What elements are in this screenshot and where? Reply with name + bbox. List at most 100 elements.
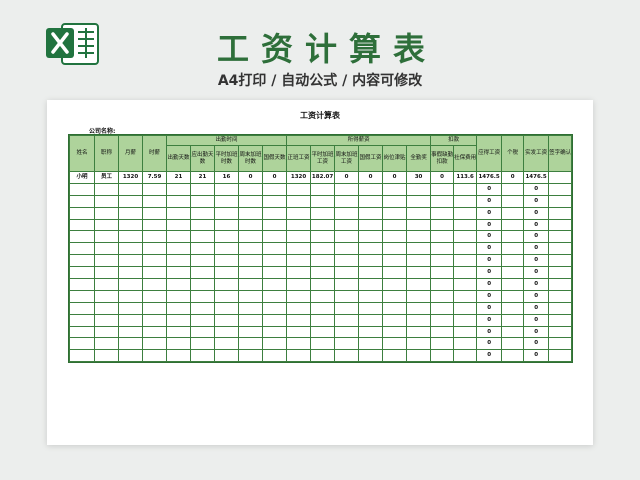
table-cell[interactable]: 0 (476, 206, 503, 220)
table-cell[interactable] (548, 254, 573, 268)
table-cell[interactable] (358, 206, 384, 220)
table-cell[interactable]: 0 (476, 325, 503, 339)
table-cell[interactable]: 小明 (69, 171, 95, 184)
table-cell[interactable]: 0 (501, 171, 525, 184)
table-cell[interactable] (286, 218, 312, 232)
table-cell[interactable]: 30 (406, 171, 432, 184)
table-cell[interactable] (548, 349, 573, 363)
table-cell[interactable]: 0 (334, 171, 360, 184)
table-cell[interactable] (406, 278, 432, 291)
table-cell[interactable] (501, 325, 525, 339)
table-cell[interactable] (286, 278, 312, 291)
table-cell[interactable]: 1476.5 (476, 171, 503, 184)
table-cell[interactable] (69, 266, 95, 280)
table-cell[interactable] (238, 325, 263, 339)
table-cell[interactable] (118, 194, 143, 208)
table-cell[interactable] (166, 325, 191, 339)
table-cell[interactable] (310, 349, 336, 363)
table-cell[interactable] (310, 266, 336, 280)
table-cell[interactable] (406, 325, 432, 339)
table-cell[interactable] (358, 242, 384, 256)
table-cell[interactable] (94, 325, 119, 339)
table-cell[interactable] (453, 289, 478, 303)
table-cell[interactable] (548, 278, 573, 291)
table-cell[interactable] (238, 266, 263, 280)
table-cell[interactable]: 0 (261, 171, 288, 184)
table-cell[interactable] (166, 301, 191, 315)
table-cell[interactable] (358, 254, 384, 268)
table-cell[interactable] (118, 182, 143, 196)
table-cell[interactable] (358, 194, 384, 208)
table-cell[interactable]: 0 (523, 182, 550, 196)
table-cell[interactable] (334, 230, 360, 244)
table-cell[interactable]: 182.07 (310, 171, 336, 184)
table-cell[interactable] (501, 278, 525, 291)
table-cell[interactable]: 0 (523, 218, 550, 232)
table-cell[interactable] (548, 313, 573, 327)
table-cell[interactable] (261, 349, 288, 363)
table-cell[interactable] (406, 206, 432, 220)
table-cell[interactable] (406, 230, 432, 244)
table-cell[interactable] (453, 301, 478, 315)
table-cell[interactable] (261, 266, 288, 280)
table-cell[interactable] (94, 266, 119, 280)
table-cell[interactable] (261, 278, 288, 291)
table-cell[interactable]: 0 (476, 218, 503, 232)
table-cell[interactable] (430, 254, 455, 268)
table-cell[interactable] (286, 325, 312, 339)
table-cell[interactable] (501, 349, 525, 363)
table-cell[interactable] (214, 254, 239, 268)
table-cell[interactable] (358, 349, 384, 363)
table-cell[interactable] (501, 313, 525, 327)
table-cell[interactable]: 0 (523, 289, 550, 303)
table-cell[interactable] (453, 254, 478, 268)
table-cell[interactable] (501, 254, 525, 268)
table-cell[interactable] (501, 301, 525, 315)
table-cell[interactable] (406, 218, 432, 232)
table-cell[interactable] (118, 206, 143, 220)
table-cell[interactable] (118, 218, 143, 232)
table-cell[interactable] (286, 254, 312, 268)
table-cell[interactable] (214, 325, 239, 339)
table-cell[interactable] (166, 349, 191, 363)
table-cell[interactable] (310, 242, 336, 256)
table-cell[interactable] (286, 289, 312, 303)
table-cell[interactable] (166, 266, 191, 280)
table-cell[interactable]: 1320 (118, 171, 143, 184)
table-cell[interactable] (501, 242, 525, 256)
table-cell[interactable] (286, 301, 312, 315)
table-cell[interactable]: 0 (476, 337, 503, 351)
table-cell[interactable] (238, 289, 263, 303)
table-cell[interactable] (69, 313, 95, 327)
table-cell[interactable] (430, 313, 455, 327)
table-cell[interactable] (69, 242, 95, 256)
table-cell[interactable] (261, 313, 288, 327)
table-cell[interactable] (69, 349, 95, 363)
table-cell[interactable] (238, 337, 263, 351)
table-cell[interactable] (214, 218, 239, 232)
table-cell[interactable] (190, 182, 215, 196)
table-cell[interactable] (118, 313, 143, 327)
table-cell[interactable] (261, 337, 288, 351)
table-cell[interactable] (238, 349, 263, 363)
table-cell[interactable] (69, 301, 95, 315)
table-cell[interactable] (406, 266, 432, 280)
table-cell[interactable]: 113.6 (453, 171, 478, 184)
table-cell[interactable] (430, 337, 455, 351)
table-cell[interactable] (453, 206, 478, 220)
table-cell[interactable] (190, 337, 215, 351)
table-cell[interactable] (238, 194, 263, 208)
table-cell[interactable]: 0 (382, 171, 408, 184)
table-cell[interactable] (142, 301, 167, 315)
table-cell[interactable] (142, 349, 167, 363)
table-cell[interactable]: 0 (523, 278, 550, 291)
table-cell[interactable] (382, 313, 408, 327)
table-cell[interactable] (382, 337, 408, 351)
table-cell[interactable] (310, 218, 336, 232)
table-cell[interactable] (310, 194, 336, 208)
table-cell[interactable] (382, 242, 408, 256)
table-cell[interactable] (214, 301, 239, 315)
table-cell[interactable] (142, 194, 167, 208)
table-cell[interactable] (501, 218, 525, 232)
table-cell[interactable] (453, 349, 478, 363)
